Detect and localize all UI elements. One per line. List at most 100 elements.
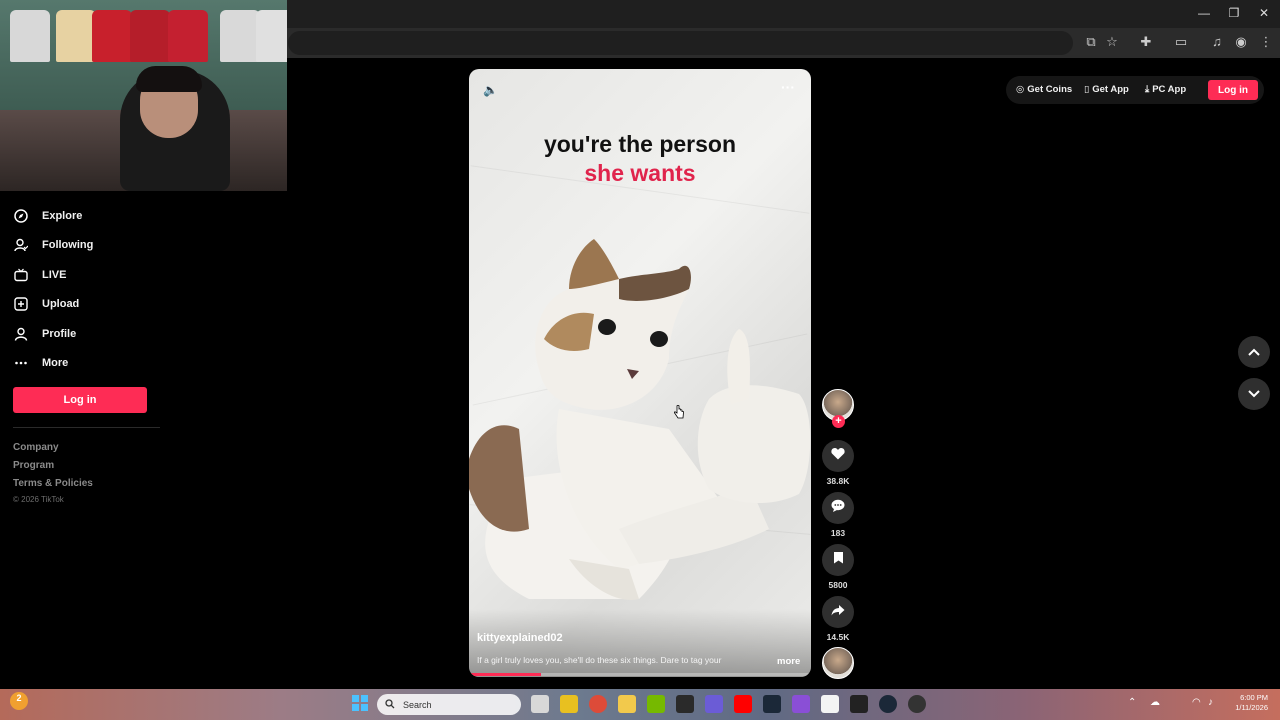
get-coins-link[interactable]: ◎ Get Coins <box>1016 84 1072 95</box>
app-icon[interactable] <box>792 695 810 713</box>
sidebar-item-following[interactable]: Following <box>13 233 93 257</box>
sidebar-item-profile[interactable]: Profile <box>13 322 76 346</box>
onedrive-icon[interactable]: ☁ <box>1150 697 1160 708</box>
sidebar-item-label: Following <box>42 239 94 251</box>
sidebar-item-label: More <box>42 357 69 369</box>
capcut-icon[interactable] <box>850 695 868 713</box>
split-screen-icon[interactable]: ▭ <box>1172 34 1190 50</box>
sidebar-item-live[interactable]: LIVE <box>13 263 66 287</box>
controller-icon[interactable] <box>705 695 723 713</box>
hand-cursor-icon <box>674 404 684 424</box>
minimize-icon[interactable]: — <box>1192 6 1216 20</box>
nvidia-icon[interactable] <box>647 695 665 713</box>
bookmark-icon <box>833 551 844 569</box>
following-icon <box>13 237 29 253</box>
weather-widget[interactable]: 2 <box>10 692 28 710</box>
phone-icon: ▯ <box>1084 84 1090 95</box>
previous-video-button[interactable] <box>1238 336 1270 368</box>
sound-disc-avatar[interactable] <box>822 647 854 679</box>
obs-icon[interactable] <box>908 695 926 713</box>
epic-games-icon[interactable] <box>676 695 694 713</box>
footer-link-terms[interactable]: Terms & Policies <box>13 478 93 489</box>
windows-taskbar <box>0 689 1280 720</box>
steam-icon[interactable] <box>763 695 781 713</box>
taskbar-search-input[interactable]: Search <box>377 694 521 715</box>
like-button[interactable] <box>822 440 854 472</box>
rockstar-icon[interactable] <box>560 695 578 713</box>
clock-time: 6:00 PM <box>1240 693 1268 702</box>
video-author[interactable]: kittyexplained02 <box>477 632 563 644</box>
browser-menu-icon[interactable]: ⋮ <box>1257 34 1275 50</box>
tray-overflow-icon[interactable]: ⌃ <box>1128 697 1136 708</box>
like-count: 38.8K <box>826 476 850 486</box>
comment-button[interactable] <box>822 492 854 524</box>
video-progress-bar[interactable] <box>469 673 811 676</box>
save-button[interactable] <box>822 544 854 576</box>
sidebar-item-label: Profile <box>42 328 77 340</box>
get-app-label: Get App <box>1092 84 1129 95</box>
mute-icon[interactable]: 🔈 <box>483 83 498 97</box>
get-app-link[interactable]: ▯ Get App <box>1084 84 1129 95</box>
sidebar-item-label: Explore <box>42 210 83 222</box>
search-icon <box>385 698 395 711</box>
video-progress-fill <box>469 673 541 676</box>
clock-date: 1/11/2026 <box>1235 703 1268 712</box>
cast-icon[interactable]: ⧉ <box>1082 34 1100 50</box>
upload-plus-icon <box>13 296 29 312</box>
pc-app-link[interactable]: ⤓ PC App <box>1145 84 1186 95</box>
follow-plus-icon[interactable]: + <box>832 415 845 428</box>
video-options-icon[interactable]: ··· <box>781 79 795 95</box>
top-login-button[interactable]: Log in <box>1208 80 1258 100</box>
media-controls-icon[interactable]: ♫ <box>1208 34 1226 49</box>
profile-icon <box>13 326 29 342</box>
search-placeholder: Search <box>403 699 432 710</box>
sidebar-divider <box>13 427 160 428</box>
steam-client-icon[interactable] <box>879 695 897 713</box>
comment-count: 183 <box>830 528 846 538</box>
video-player[interactable]: 🔈 ··· you're the person she wants kittye… <box>469 69 811 677</box>
volume-icon[interactable]: ♪ <box>1208 697 1213 708</box>
account-icon[interactable]: ◉ <box>1232 34 1250 50</box>
next-video-button[interactable] <box>1238 378 1270 410</box>
sidebar-item-label: Upload <box>42 298 80 310</box>
pc-app-label: PC App <box>1152 84 1187 95</box>
chevron-up-icon <box>1248 343 1260 361</box>
chrome-icon[interactable] <box>589 695 607 713</box>
coin-icon: ◎ <box>1016 84 1025 95</box>
live-tv-icon <box>13 267 29 283</box>
video-title-line1: you're the person <box>543 131 737 157</box>
sidebar-item-more[interactable]: More <box>13 351 68 375</box>
windows-logo-icon <box>352 695 368 711</box>
taskbar-clock[interactable]: 6:00 PM 1/11/2026 <box>1226 693 1268 713</box>
start-button[interactable] <box>352 695 368 711</box>
comment-icon <box>831 499 845 517</box>
share-button[interactable] <box>822 596 854 628</box>
footer-link-program[interactable]: Program <box>13 460 54 471</box>
save-count: 5800 <box>828 580 848 590</box>
chevron-down-icon <box>1248 385 1260 403</box>
wifi-icon[interactable]: ◠ <box>1192 697 1201 708</box>
download-icon: ⤓ <box>1145 84 1150 95</box>
restore-icon[interactable]: ❐ <box>1222 6 1246 20</box>
cat-thumbs-up-image <box>469 239 811 600</box>
task-view-icon[interactable] <box>531 695 549 713</box>
caption-more-link[interactable]: more <box>777 656 800 667</box>
sidebar-login-button[interactable]: Log in <box>13 387 147 413</box>
sidebar-item-label: LIVE <box>42 269 67 281</box>
notepad-icon[interactable] <box>821 695 839 713</box>
share-icon <box>831 603 845 621</box>
sidebar-item-explore[interactable]: Explore <box>13 204 82 228</box>
sidebar-item-upload[interactable]: Upload <box>13 292 79 316</box>
close-icon[interactable]: ✕ <box>1252 6 1276 20</box>
compass-icon <box>13 208 29 224</box>
footer-link-company[interactable]: Company <box>13 442 59 453</box>
youtube-icon[interactable] <box>734 695 752 713</box>
webcam-overlay <box>0 0 287 191</box>
video-title-line2: she wants <box>584 160 696 186</box>
extensions-icon[interactable]: ✚ <box>1137 34 1155 50</box>
file-explorer-icon[interactable] <box>618 695 636 713</box>
address-bar[interactable] <box>288 31 1073 55</box>
bookmark-star-icon[interactable]: ☆ <box>1103 34 1121 50</box>
more-dots-icon <box>13 355 29 371</box>
copyright-text: © 2026 TikTok <box>13 495 64 504</box>
